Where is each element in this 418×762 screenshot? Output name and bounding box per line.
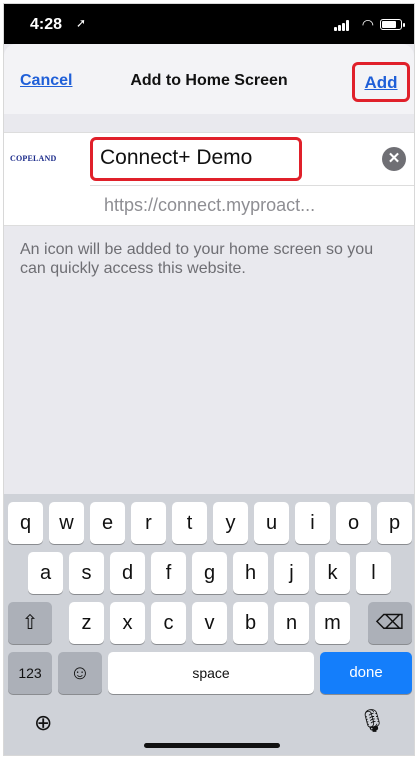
- key-x[interactable]: x: [110, 602, 145, 644]
- site-url: https://connect.myproact...: [104, 195, 316, 215]
- emoji-key[interactable]: ☺: [58, 652, 102, 694]
- key-h[interactable]: h: [233, 552, 268, 594]
- key-p[interactable]: p: [377, 502, 412, 544]
- status-time: 4:28: [30, 16, 63, 33]
- key-i[interactable]: i: [295, 502, 330, 544]
- shift-icon: ⇧: [21, 612, 39, 634]
- divider: [90, 185, 414, 186]
- signal-icon: [334, 19, 352, 31]
- phone-screen: 4:28 ➚ ◠ Cancel Add to Home Screen Add C…: [3, 3, 415, 756]
- backspace-icon: ⌫: [375, 612, 405, 634]
- key-m[interactable]: m: [315, 602, 350, 644]
- key-r[interactable]: r: [131, 502, 166, 544]
- key-l[interactable]: l: [356, 552, 391, 594]
- wifi-icon: ◠: [361, 16, 374, 32]
- battery-icon: [380, 19, 405, 30]
- key-s[interactable]: s: [69, 552, 104, 594]
- key-q[interactable]: q: [8, 502, 43, 544]
- key-w[interactable]: w: [49, 502, 84, 544]
- shift-key[interactable]: ⇧: [8, 602, 52, 644]
- location-arrow-icon: ➚: [76, 16, 87, 30]
- key-e[interactable]: e: [90, 502, 125, 544]
- key-o[interactable]: o: [336, 502, 371, 544]
- nav-bar: Cancel Add to Home Screen Add: [4, 56, 414, 104]
- emoji-icon: ☺: [69, 662, 91, 684]
- backspace-key[interactable]: ⌫: [368, 602, 412, 644]
- key-y[interactable]: y: [213, 502, 248, 544]
- key-b[interactable]: b: [233, 602, 268, 644]
- key-g[interactable]: g: [192, 552, 227, 594]
- key-t[interactable]: t: [172, 502, 207, 544]
- done-key[interactable]: done: [320, 652, 412, 694]
- microphone-icon[interactable]: 🎙: [358, 708, 386, 734]
- add-button[interactable]: Add: [355, 73, 407, 93]
- numbers-key[interactable]: 123: [8, 652, 52, 694]
- home-indicator[interactable]: [144, 743, 280, 748]
- key-d[interactable]: d: [110, 552, 145, 594]
- key-f[interactable]: f: [151, 552, 186, 594]
- info-text: An icon will be added to your home scree…: [20, 241, 374, 277]
- key-k[interactable]: k: [315, 552, 350, 594]
- status-bar: 4:28 ➚ ◠: [4, 4, 414, 44]
- bookmark-card: COPELAND ✕ https://connect.myproact...: [4, 132, 414, 226]
- clear-icon[interactable]: ✕: [382, 147, 406, 171]
- key-j[interactable]: j: [274, 552, 309, 594]
- key-u[interactable]: u: [254, 502, 289, 544]
- globe-icon[interactable]: ⊕: [34, 710, 52, 736]
- key-c[interactable]: c: [151, 602, 186, 644]
- key-z[interactable]: z: [69, 602, 104, 644]
- key-n[interactable]: n: [274, 602, 309, 644]
- space-key[interactable]: space: [108, 652, 314, 694]
- name-field[interactable]: [100, 146, 295, 170]
- key-a[interactable]: a: [28, 552, 63, 594]
- key-v[interactable]: v: [192, 602, 227, 644]
- add-button-highlight: Add: [352, 62, 410, 102]
- site-logo: COPELAND: [10, 154, 57, 163]
